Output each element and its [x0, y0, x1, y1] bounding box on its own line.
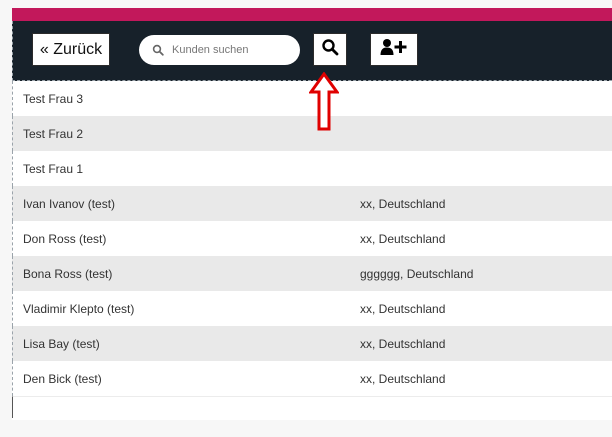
add-user-icon — [380, 38, 408, 61]
list-end — [12, 396, 612, 418]
add-customer-button[interactable] — [370, 33, 418, 66]
customer-location: xx, Deutschland — [360, 301, 446, 316]
customer-name: Den Bick (test) — [23, 371, 102, 386]
search-input[interactable] — [172, 44, 290, 56]
customer-name: Test Frau 2 — [23, 126, 84, 141]
customer-row[interactable]: Ivan Ivanov (test) xx, Deutschland — [12, 186, 612, 221]
customer-row[interactable]: Den Bick (test) xx, Deutschland — [12, 361, 612, 396]
search-icon — [152, 44, 164, 56]
customer-name: Don Ross (test) — [23, 231, 107, 246]
search-button[interactable] — [313, 33, 347, 66]
customer-row[interactable]: Test Frau 1 — [12, 151, 612, 186]
customer-row[interactable]: Bona Ross (test) gggggg, Deutschland — [12, 256, 612, 291]
customer-name: Test Frau 3 — [23, 91, 84, 106]
customer-row[interactable]: Vladimir Klepto (test) xx, Deutschland — [12, 291, 612, 326]
customer-row[interactable]: Don Ross (test) xx, Deutschland — [12, 221, 612, 256]
search-icon — [321, 38, 339, 61]
customer-name: Test Frau 1 — [23, 161, 84, 176]
customer-name: Bona Ross (test) — [23, 266, 113, 281]
customer-location: gggggg, Deutschland — [360, 266, 474, 281]
customer-location: xx, Deutschland — [360, 371, 446, 386]
customer-location: xx, Deutschland — [360, 196, 446, 211]
arrow-up-icon — [309, 72, 339, 131]
customer-name: Vladimir Klepto (test) — [23, 301, 135, 316]
search-field[interactable] — [139, 35, 300, 65]
customer-name: Lisa Bay (test) — [23, 336, 100, 351]
accent-bar — [12, 8, 612, 21]
customer-location: xx, Deutschland — [360, 231, 446, 246]
customer-location: xx, Deutschland — [360, 336, 446, 351]
back-button[interactable]: « Zurück — [32, 33, 110, 66]
customer-panel: « Zurück Kunden suchen Test Frau 3 Test … — [12, 8, 612, 420]
customer-row[interactable]: Lisa Bay (test) xx, Deutschland — [12, 326, 612, 361]
customer-name: Ivan Ivanov (test) — [23, 196, 116, 211]
